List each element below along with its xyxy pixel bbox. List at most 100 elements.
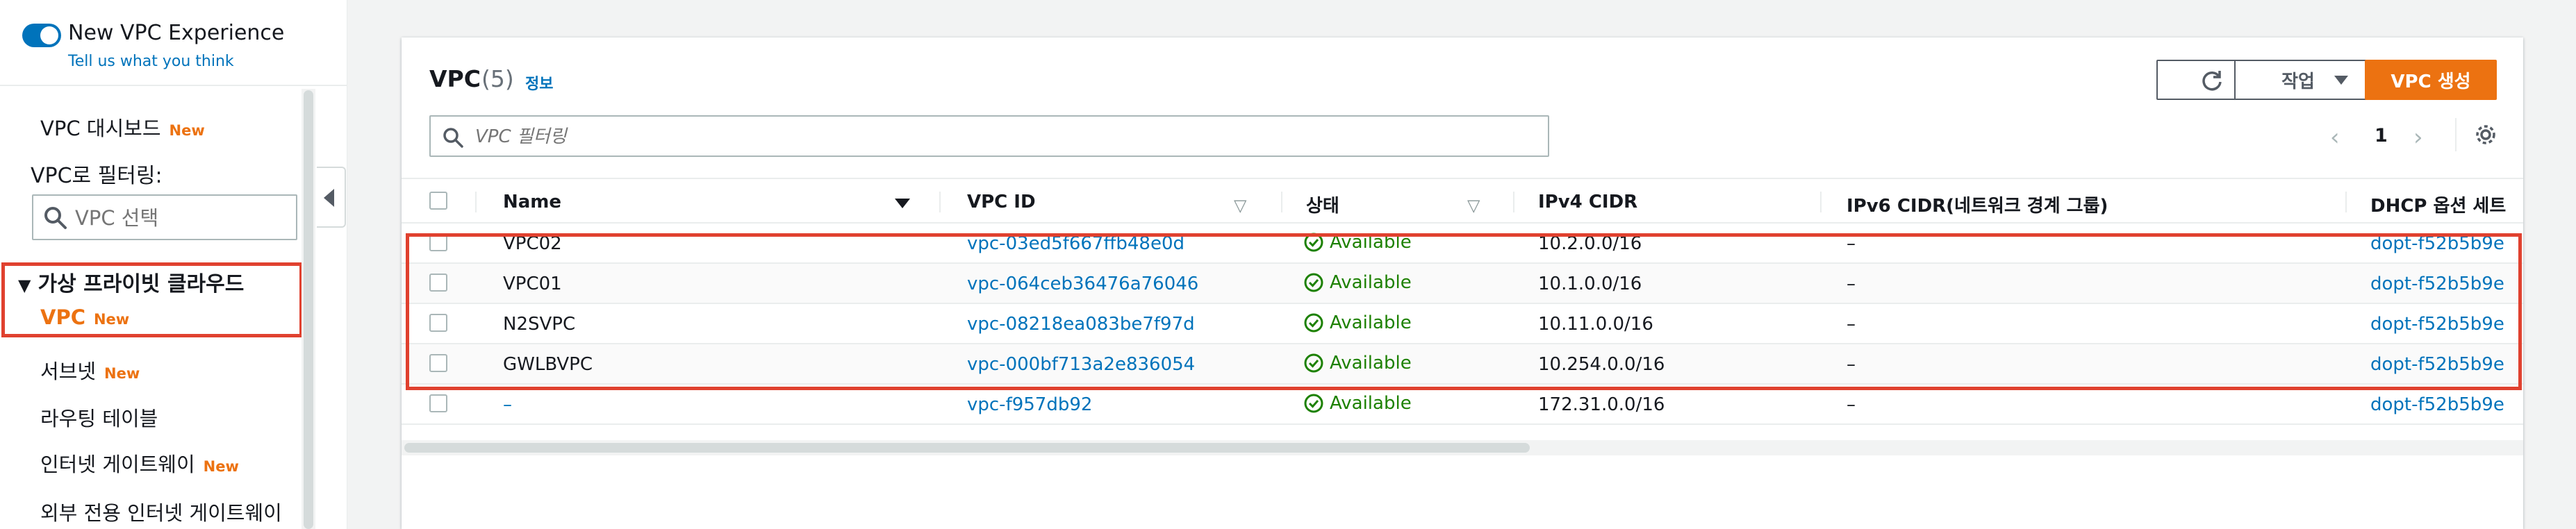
page-number[interactable]: 1: [2375, 125, 2388, 146]
actions-label: 작업: [2281, 71, 2315, 92]
sidebar-item-dashboard[interactable]: VPC 대시보드 New: [40, 112, 205, 142]
cell-status: Available: [1303, 312, 1412, 333]
feedback-link[interactable]: Tell us what you think: [68, 53, 234, 70]
sidebar-scrollbar[interactable]: [304, 90, 313, 529]
cell-ipv6: –: [1847, 314, 1856, 335]
cell-vpc-id-link[interactable]: vpc-03ed5f667ffb48e0d: [967, 233, 1184, 254]
cell-status: Available: [1303, 393, 1412, 414]
cell-dhcp-link[interactable]: dopt-f52b5b9e: [2370, 314, 2504, 335]
column-separator: [1513, 192, 1514, 212]
new-badge: New: [93, 311, 130, 328]
status-text: Available: [1330, 272, 1412, 293]
vpc-filter-select[interactable]: [32, 194, 297, 240]
chevron-right-icon[interactable]: ›: [2413, 124, 2423, 151]
column-header-dhcp[interactable]: DHCP 옵션 세트: [2370, 192, 2506, 217]
sidebar-item-label: 외부 전용 인터넷 게이트웨이: [40, 501, 282, 525]
cell-status: Available: [1303, 272, 1412, 293]
new-badge: New: [169, 122, 205, 139]
search-icon: [442, 126, 464, 151]
cell-name: N2SVPC: [503, 314, 576, 335]
table-hscrollbar[interactable]: [404, 443, 1530, 453]
sidebar-item-label: 서브넷: [40, 360, 97, 383]
column-header-ipv6[interactable]: IPv6 CIDR(네트워크 경계 그룹): [1847, 192, 2108, 217]
row-checkbox[interactable]: [429, 233, 447, 251]
cell-dhcp-link[interactable]: dopt-f52b5b9e: [2370, 233, 2504, 254]
sort-icon[interactable]: ▽: [1467, 196, 1480, 215]
cell-name: VPC02: [503, 233, 562, 254]
column-separator: [2345, 192, 2347, 212]
sidebar-item-route-tables[interactable]: 라우팅 테이블: [40, 403, 158, 432]
sort-desc-icon[interactable]: [895, 199, 910, 208]
cell-vpc-id-link[interactable]: vpc-f957db92: [967, 394, 1092, 415]
cell-ipv6: –: [1847, 394, 1856, 415]
sort-icon[interactable]: ▽: [1234, 196, 1246, 215]
row-checkbox[interactable]: [429, 314, 447, 332]
check-circle-icon: [1304, 353, 1323, 373]
vpc-search-input[interactable]: [474, 122, 1516, 151]
vpc-count: (5): [481, 65, 514, 92]
sidebar-item-egress-gateways[interactable]: 외부 전용 인터넷 게이트웨이: [40, 497, 282, 526]
cell-name: GWLBVPC: [503, 354, 593, 375]
check-circle-icon: [1304, 273, 1323, 292]
status-text: Available: [1330, 232, 1412, 253]
cell-ipv6: –: [1847, 233, 1856, 254]
sidebar-item-label: 인터넷 게이트웨이: [40, 453, 195, 476]
column-separator: [1820, 192, 1822, 212]
column-header-state[interactable]: 상태: [1306, 192, 1339, 217]
collapse-icon: [324, 189, 334, 207]
info-link[interactable]: 정보: [525, 72, 553, 94]
cell-dhcp-link[interactable]: dopt-f52b5b9e: [2370, 394, 2504, 415]
vpc-filter-input[interactable]: [74, 203, 282, 233]
check-circle-icon: [1304, 394, 1323, 413]
new-badge: New: [203, 458, 239, 475]
column-header-name[interactable]: Name: [503, 192, 561, 212]
cell-dhcp-link[interactable]: dopt-f52b5b9e: [2370, 354, 2504, 375]
table-row[interactable]: GWLBVPC vpc-000bf713a2e836054 Available …: [402, 344, 2523, 385]
section-vpc-toggle[interactable]: ▼ 가상 프라이빗 클라우드: [18, 267, 244, 297]
table-row[interactable]: – vpc-f957db92 Available 172.31.0.0/16 –…: [402, 385, 2523, 425]
status-text: Available: [1330, 353, 1412, 373]
select-all-checkbox[interactable]: [429, 192, 447, 210]
new-experience-toggle[interactable]: [22, 24, 61, 47]
table-row[interactable]: VPC02 vpc-03ed5f667ffb48e0d Available 10…: [402, 224, 2523, 264]
cell-status: Available: [1303, 232, 1412, 253]
gear-icon[interactable]: [2473, 122, 2498, 150]
vpc-search[interactable]: [429, 115, 1549, 157]
sidebar-item-label: 라우팅 테이블: [40, 407, 158, 430]
cell-ipv4: 10.254.0.0/16: [1538, 354, 1665, 375]
cell-vpc-id-link[interactable]: vpc-064ceb36476a76046: [967, 274, 1198, 294]
filter-label: VPC로 필터링:: [31, 164, 163, 188]
column-separator: [1281, 192, 1282, 212]
section-title: 가상 프라이빗 클라우드: [38, 272, 245, 296]
experience-title: New VPC Experience: [68, 21, 285, 45]
cell-ipv4: 172.31.0.0/16: [1538, 394, 1665, 415]
chevron-left-icon[interactable]: ‹: [2330, 124, 2340, 151]
create-vpc-button[interactable]: VPC 생성: [2365, 60, 2497, 100]
collapse-sidebar-button[interactable]: [317, 167, 346, 228]
cell-name: –: [503, 394, 512, 415]
table-row[interactable]: N2SVPC vpc-08218ea083be7f97d Available 1…: [402, 304, 2523, 344]
sidebar-item-label: VPC 대시보드: [40, 117, 161, 140]
status-text: Available: [1330, 312, 1412, 333]
row-checkbox[interactable]: [429, 274, 447, 292]
cell-vpc-id-link[interactable]: vpc-000bf713a2e836054: [967, 354, 1195, 375]
toggle-knob: [40, 26, 58, 44]
row-checkbox[interactable]: [429, 354, 447, 372]
new-badge: New: [104, 365, 140, 382]
sidebar-item-internet-gateways[interactable]: 인터넷 게이트웨이 New: [40, 448, 239, 478]
caret-down-icon: [2334, 75, 2348, 85]
sidebar-item-vpc[interactable]: VPC New: [40, 305, 129, 329]
column-header-ipv4[interactable]: IPv4 CIDR: [1538, 192, 1637, 212]
status-text: Available: [1330, 393, 1412, 414]
cell-dhcp-link[interactable]: dopt-f52b5b9e: [2370, 274, 2504, 294]
row-checkbox[interactable]: [429, 394, 447, 412]
caret-down-icon: ▼: [18, 276, 31, 295]
column-header-vpc-id[interactable]: VPC ID: [967, 192, 1036, 212]
cell-ipv4: 10.1.0.0/16: [1538, 274, 1642, 294]
cell-vpc-id-link[interactable]: vpc-08218ea083be7f97d: [967, 314, 1195, 335]
cell-ipv4: 10.2.0.0/16: [1538, 233, 1642, 254]
sidebar-item-subnets[interactable]: 서브넷 New: [40, 355, 140, 385]
column-separator: [939, 192, 941, 212]
table-row[interactable]: VPC01 vpc-064ceb36476a76046 Available 10…: [402, 264, 2523, 304]
cell-ipv4: 10.11.0.0/16: [1538, 314, 1653, 335]
